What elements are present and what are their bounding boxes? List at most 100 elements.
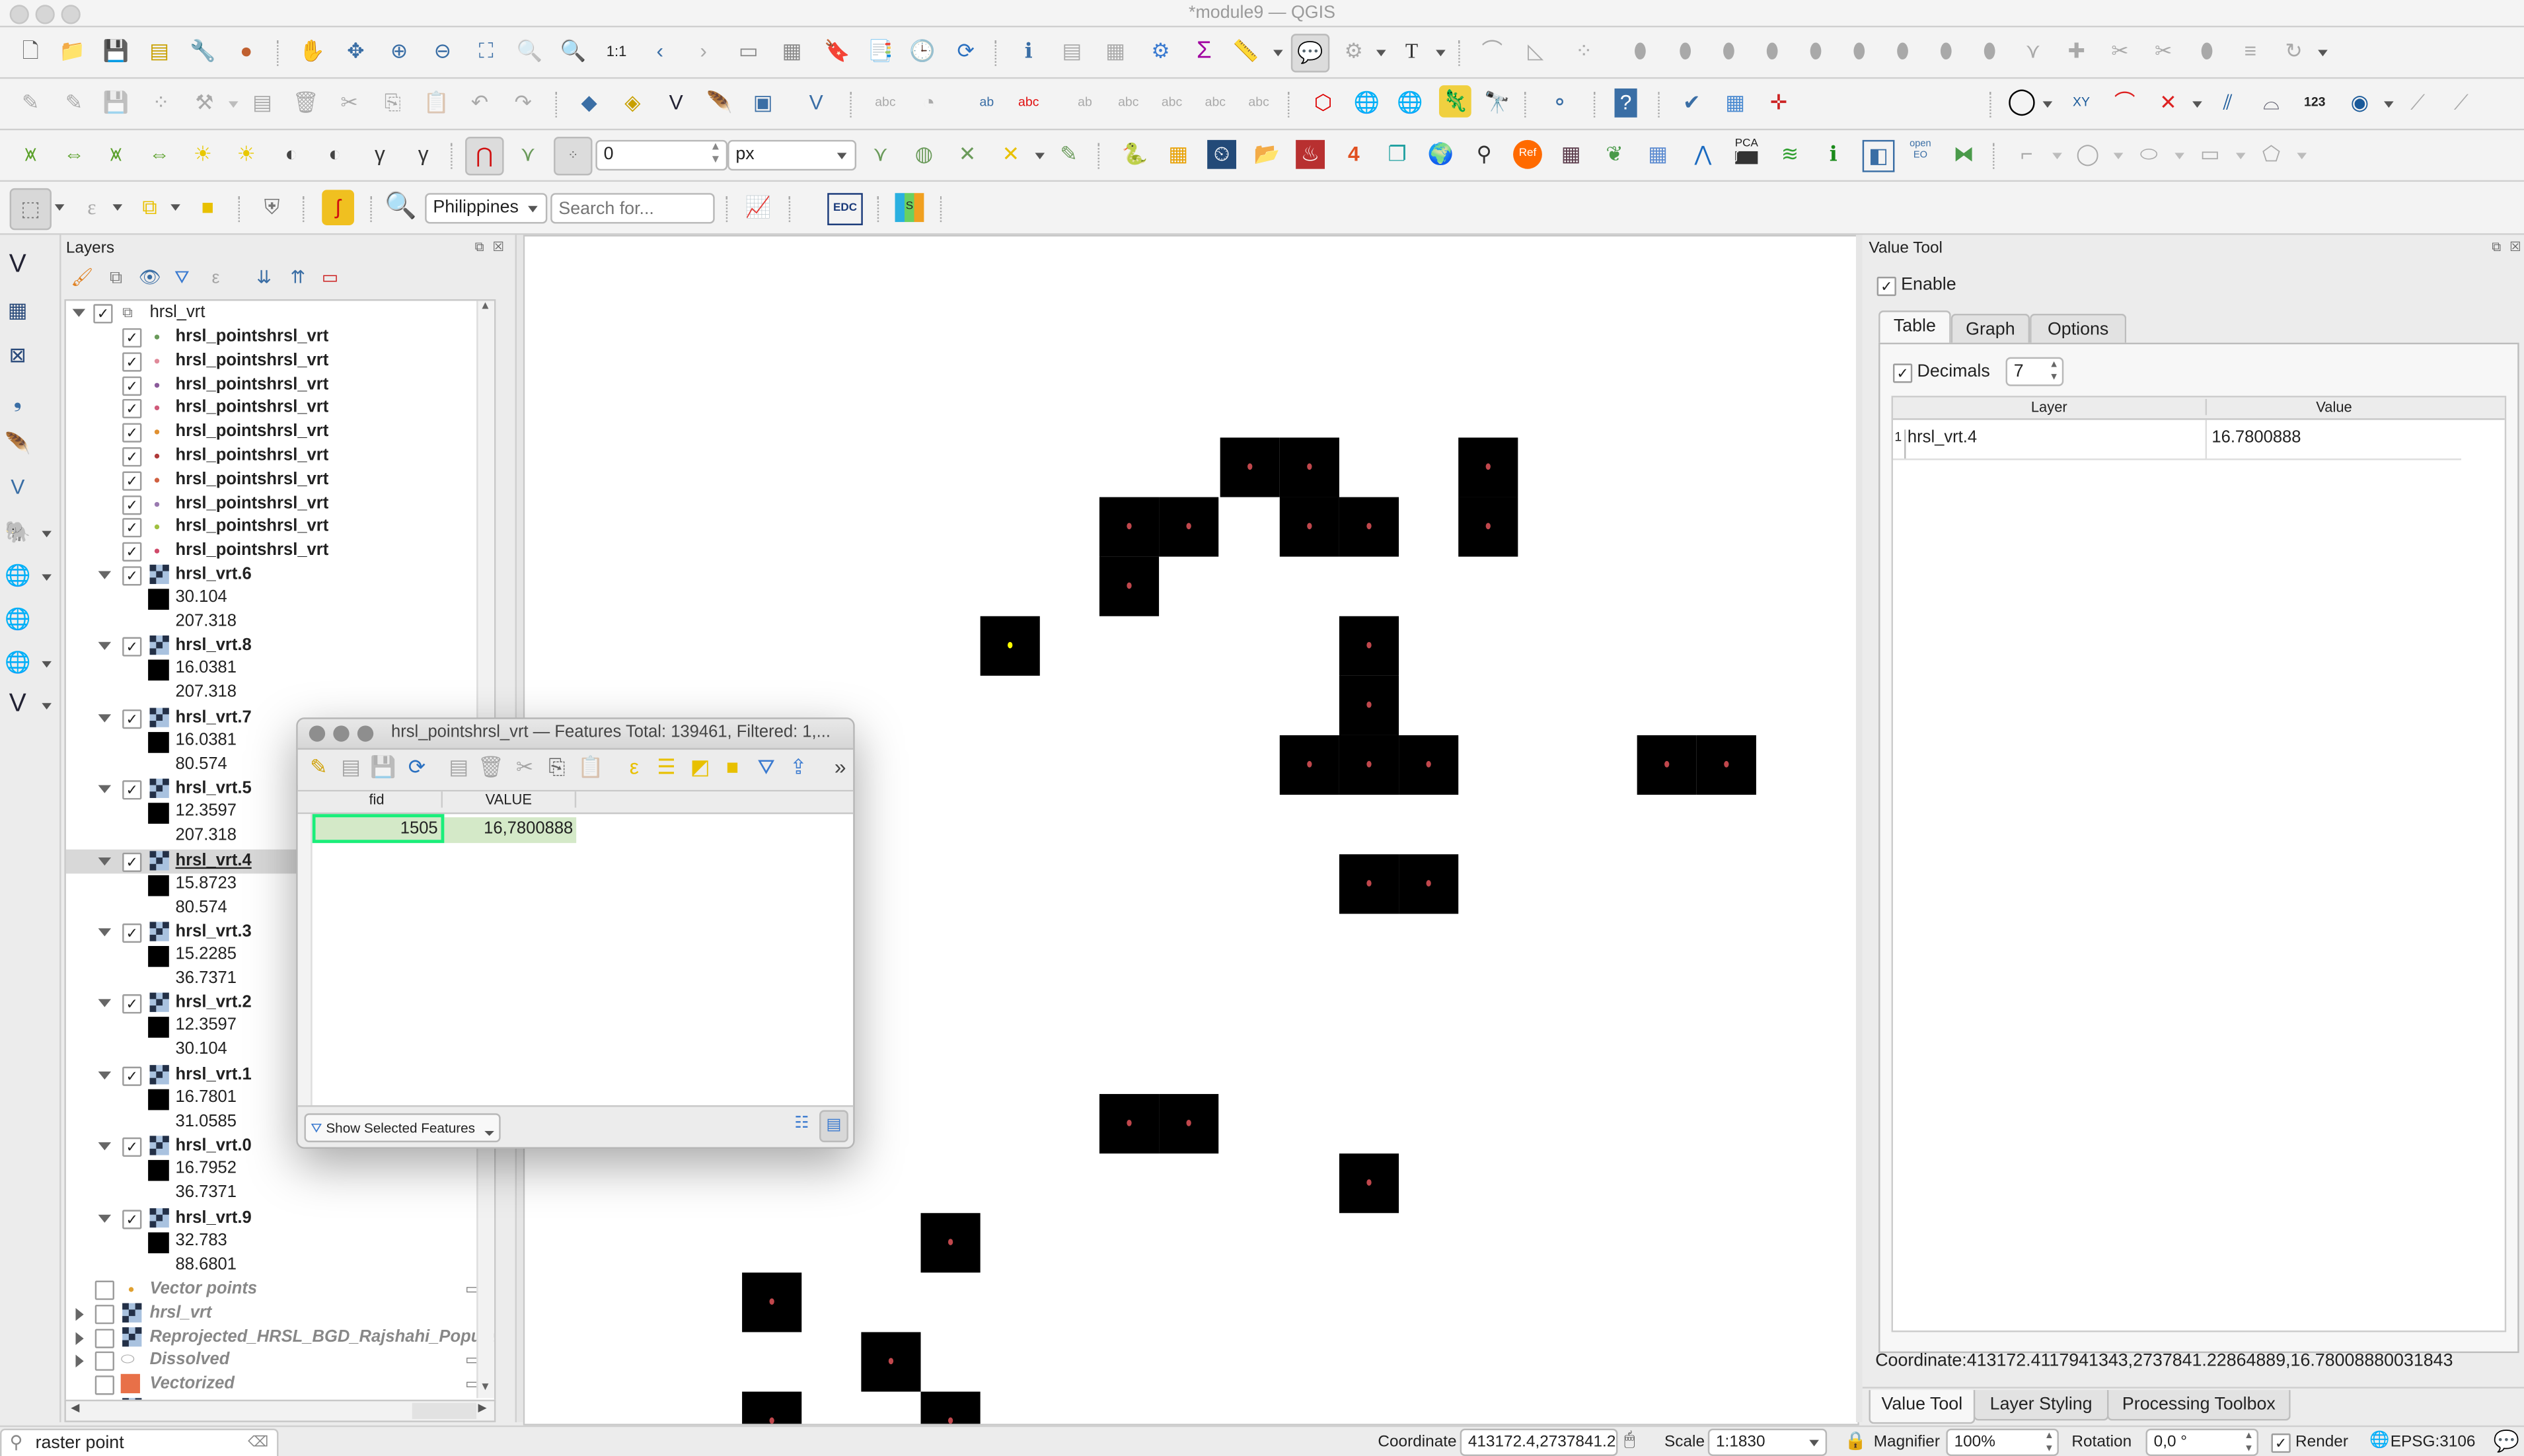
layer-visibility-checkbox[interactable]: ✓ <box>122 780 142 800</box>
toolbar-grip[interactable] <box>994 40 1000 66</box>
tab-graph[interactable]: Graph <box>1950 313 2030 345</box>
layer-visibility-checkbox[interactable]: ✓ <box>122 375 142 396</box>
collapse-arrow-icon[interactable] <box>98 571 112 579</box>
grass-icon[interactable]: 🦎 <box>1438 85 1471 118</box>
layer-visibility-checkbox[interactable]: ✓ <box>122 495 142 515</box>
layer-item-point[interactable]: ✓ hrsl_pointshrsl_vrt <box>66 491 476 516</box>
enable-checkbox[interactable]: ✓ <box>1876 276 1896 297</box>
filter-select-icon[interactable]: ⛛ <box>752 753 781 782</box>
polygon-dropdown-icon[interactable] <box>2297 153 2307 160</box>
geocoder-search-input[interactable] <box>550 193 715 224</box>
tracing-icon[interactable]: ✎ <box>1055 140 1084 169</box>
layers-stack-icon[interactable]: ❐ <box>1383 140 1412 169</box>
layer-visibility-checkbox[interactable]: ✓ <box>122 328 142 348</box>
measure-angle-icon[interactable]: ◺ <box>1521 37 1550 66</box>
add-point-feature-icon[interactable]: ⁘ <box>147 89 176 118</box>
select-features-icon[interactable]: ⬚ <box>9 188 52 231</box>
point-feature[interactable] <box>1306 523 1312 530</box>
add-ring-icon[interactable]: ⬮ <box>1715 37 1744 66</box>
label-abc-icon[interactable]: abc <box>871 89 900 118</box>
fire-icon[interactable]: ♨ <box>1296 139 1325 169</box>
openeo-icon[interactable]: open EO <box>1906 137 1935 166</box>
toolbar-grip[interactable] <box>555 91 560 118</box>
layer-group-hrsl-vrt[interactable]: ✓ ⧉ hrsl_vrt <box>66 301 494 325</box>
remove-layer-icon[interactable]: ▭ <box>315 264 344 293</box>
reverse-line-icon[interactable]: ⋎ <box>2019 37 2048 66</box>
pan-icon[interactable]: ✋ <box>298 37 327 66</box>
full-cumulative-stretch-icon[interactable]: ⇔ <box>145 140 174 169</box>
rotate-feature-icon[interactable]: ⬮ <box>1626 37 1655 66</box>
messages-icon[interactable]: 💬 <box>2494 1429 2519 1455</box>
toolbar-grip[interactable] <box>1593 91 1598 118</box>
crest-icon[interactable]: ⛨ <box>258 193 287 222</box>
simplify-icon[interactable]: ⬮ <box>1671 37 1700 66</box>
toggle-extents-icon[interactable]: 🖱 <box>1624 1430 1635 1451</box>
digitize-curve-icon[interactable]: ⌒ <box>1477 37 1506 66</box>
increase-contrast-icon[interactable]: ◐ <box>277 140 306 169</box>
add-spatialite-icon[interactable]: 🪶 <box>3 429 32 458</box>
toolbar-grip[interactable] <box>1993 143 1997 169</box>
layer-visibility-checkbox[interactable]: ✓ <box>122 1138 142 1157</box>
multi-edit-icon[interactable]: ▤ <box>336 753 365 782</box>
show-selected-features-button[interactable]: ⛛ Show Selected Features <box>304 1113 501 1143</box>
point-feature[interactable] <box>1366 1179 1371 1186</box>
collapse-arrow-icon[interactable] <box>72 309 86 317</box>
snapping-mode-icon[interactable]: ⋎ <box>513 140 542 169</box>
point-feature[interactable] <box>1485 523 1491 530</box>
point-feature[interactable] <box>769 1298 774 1305</box>
layer-styling-icon[interactable]: 🖌 <box>67 264 96 293</box>
point-feature[interactable] <box>1485 463 1491 470</box>
locator-search[interactable]: ⚲ raster point ⌫ <box>0 1428 279 1456</box>
show-hide-labels-icon[interactable]: abc <box>1114 89 1143 118</box>
panel-splitter[interactable] <box>1855 235 1863 1422</box>
layer-visibility-checkbox[interactable] <box>94 1375 114 1395</box>
actions-dropdown-icon[interactable] <box>1376 50 1386 57</box>
decrease-contrast-icon[interactable]: ◐ <box>320 140 350 169</box>
raster-calculator-icon[interactable]: ▦ <box>1164 140 1193 169</box>
move-feature-icon[interactable]: ⁘ <box>1569 37 1598 66</box>
add-part-icon[interactable]: ⬮ <box>1758 37 1787 66</box>
select-by-expression-icon[interactable]: ε <box>620 753 649 782</box>
layer-visibility-checkbox[interactable]: ✓ <box>122 519 142 538</box>
deselect-all-icon[interactable]: ■ <box>718 753 747 782</box>
coordinate-input[interactable]: 413172.4,2737841.2 <box>1460 1428 1618 1456</box>
topology-dropdown-icon[interactable] <box>1035 153 1045 160</box>
zoom-out-icon[interactable]: ⊖ <box>428 37 457 66</box>
add-mesh-layer-icon[interactable]: ⊠ <box>3 341 32 370</box>
column-header-value[interactable]: Value <box>2207 399 2461 415</box>
reshape-icon[interactable]: ⬮ <box>1931 37 1960 66</box>
profile-tool-icon[interactable]: 📈 <box>744 193 773 222</box>
manage-visibility-icon[interactable]: 👁 <box>135 264 165 293</box>
more-tools-icon[interactable]: » <box>826 753 853 782</box>
layer-visibility-checkbox[interactable]: ✓ <box>122 1066 142 1086</box>
blob-icon[interactable]: ◉ <box>2346 89 2375 118</box>
postgis-dropdown-icon[interactable] <box>42 530 52 538</box>
layer-visibility-checkbox[interactable] <box>94 1280 114 1300</box>
float-panel-icon[interactable]: ⧉ <box>2492 240 2501 256</box>
table-row[interactable]: 1 1505 16,7800888 <box>298 814 853 844</box>
spin-arrows-icon[interactable]: ▲ ▼ <box>710 141 722 167</box>
layer-item-polygon[interactable]: ⬭ Dissolved ▭ <box>66 1349 479 1373</box>
cut-features-icon[interactable]: ✂ <box>335 89 364 118</box>
layer-visibility-checkbox[interactable]: ✓ <box>122 923 142 943</box>
layer-visibility-checkbox[interactable]: ✓ <box>122 995 142 1015</box>
layer-visibility-checkbox[interactable]: ✓ <box>93 304 113 324</box>
ellipse-dropdown-icon[interactable] <box>2174 153 2184 160</box>
snapping-tolerance-input[interactable]: 0 ▲ ▼ <box>595 139 728 171</box>
split-features-icon[interactable]: ✂ <box>2106 37 2135 66</box>
circle-ring-icon[interactable]: ◯ <box>2007 89 2036 118</box>
delete-part-icon[interactable]: ⬮ <box>1888 37 1917 66</box>
shape-dropdown-icon[interactable] <box>2052 153 2062 160</box>
circle-dropdown-icon[interactable] <box>2042 101 2053 108</box>
layers-horizontal-scrollbar[interactable]: ◀ ▶ <box>64 1399 496 1422</box>
toolbar-grip[interactable] <box>788 196 794 223</box>
route-icon[interactable]: ʃ <box>322 190 354 225</box>
float-panel-icon[interactable]: ⧉ <box>475 240 484 256</box>
collapse-arrow-icon[interactable] <box>98 1214 112 1222</box>
processing-toolbox-icon[interactable]: ⚙ <box>1146 37 1175 66</box>
actions-icon[interactable]: ⚙ <box>1339 37 1368 66</box>
new-shapefile-layer-icon[interactable]: ◈ <box>618 89 648 118</box>
increase-brightness-icon[interactable]: ☀ <box>188 140 217 169</box>
layer-visibility-checkbox[interactable]: ✓ <box>122 637 142 657</box>
attribute-refresh-icon[interactable]: ▦ <box>1721 89 1750 118</box>
